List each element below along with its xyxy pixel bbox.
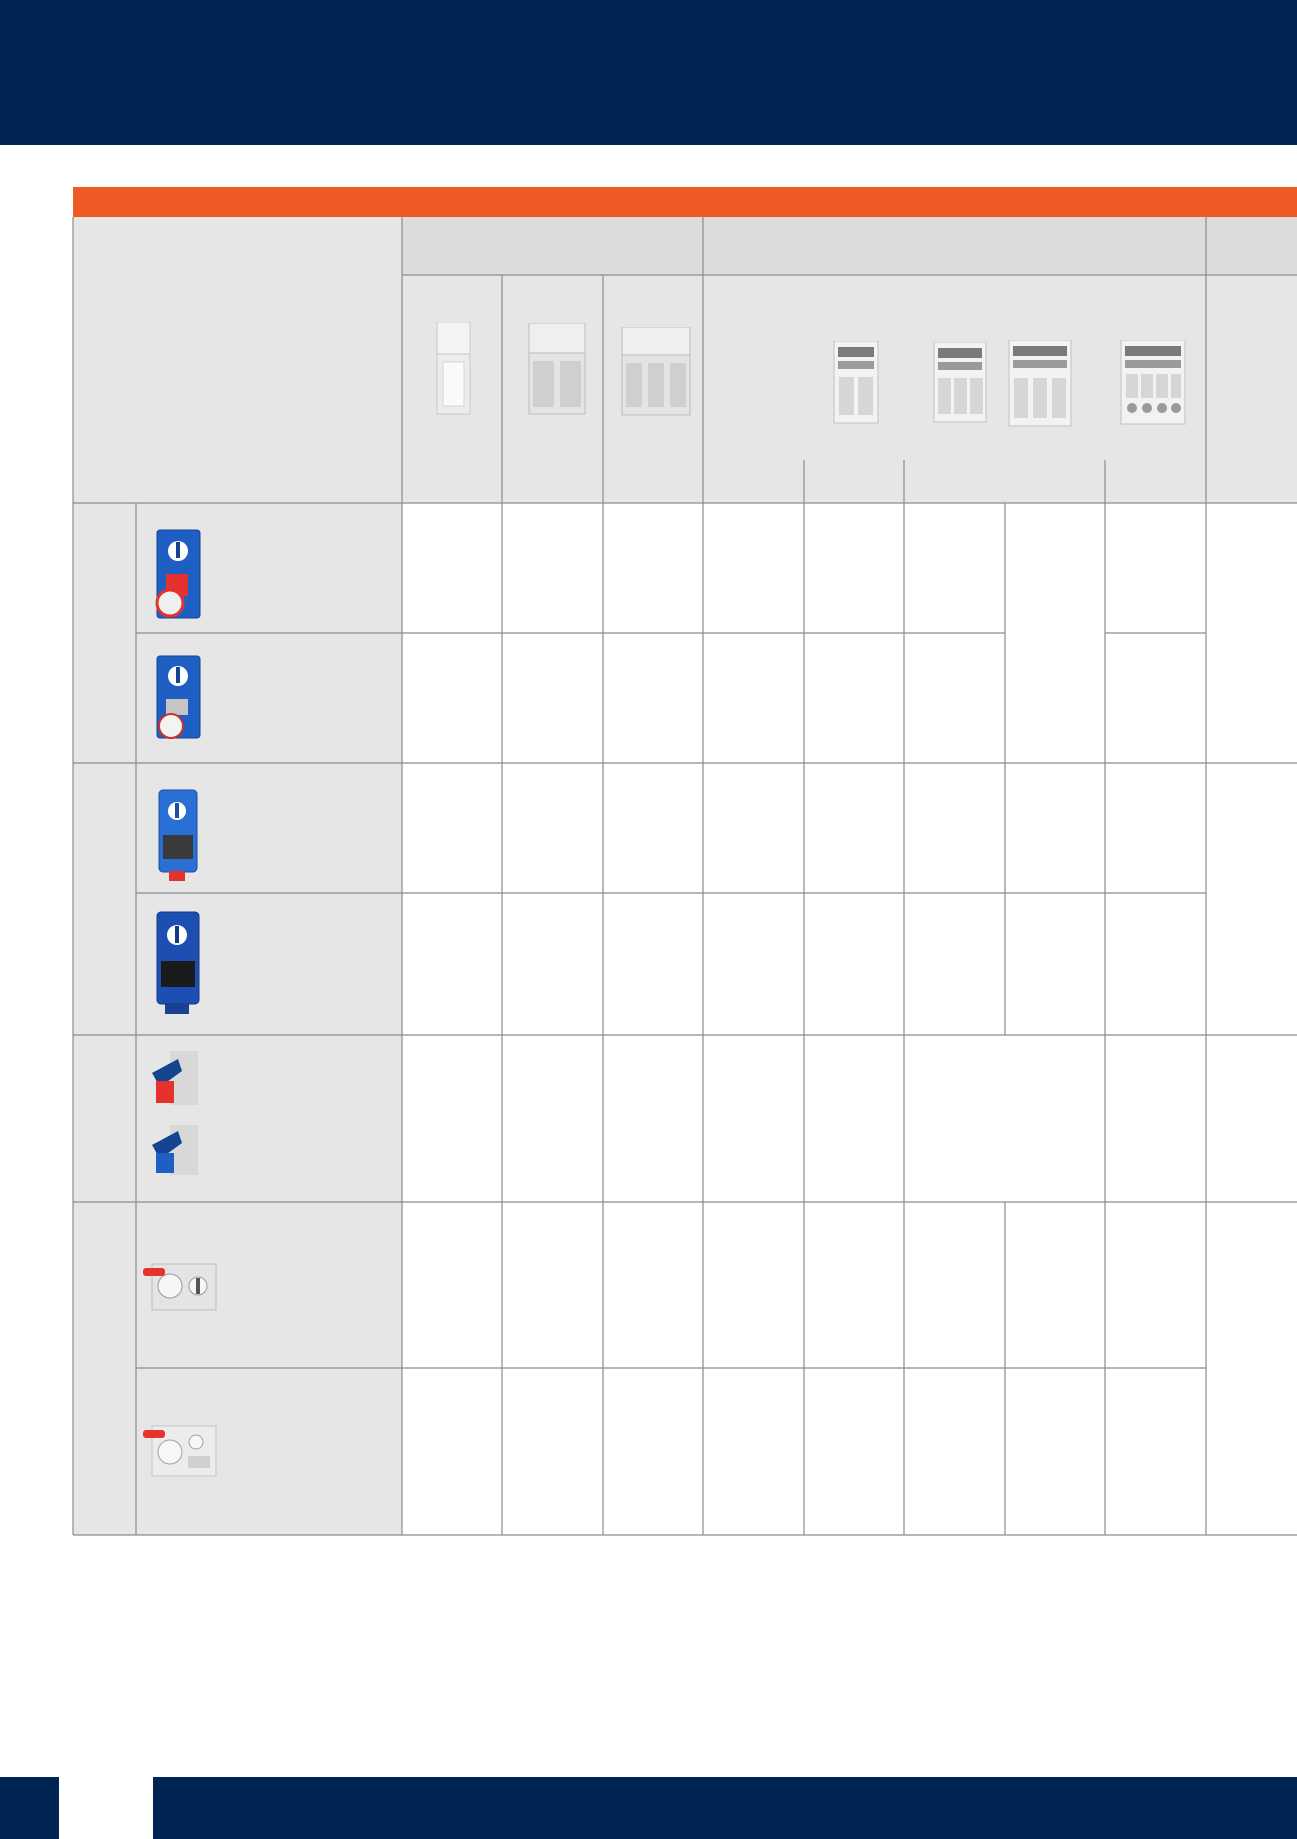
interlocked-socket-blue-large-icon [155, 911, 203, 1015]
angled-socket-pair-icon [148, 1049, 202, 1179]
footer-band-left [0, 1777, 59, 1839]
modular-socket-grey-icon [142, 1424, 218, 1478]
single-enclosure-icon [436, 321, 472, 416]
triple-enclosure-icon [621, 326, 691, 417]
interlocked-socket-red-small-icon [154, 655, 202, 740]
interlocked-socket-red-large-icon [154, 529, 202, 621]
footer-band-right [153, 1777, 1297, 1839]
group-header-row [402, 217, 1206, 275]
modular-socket-red-icon [142, 1262, 218, 1312]
third-group-title [1206, 217, 1297, 275]
double-enclosure-icon [528, 322, 586, 416]
board-3-socket-wide-icon [1008, 339, 1072, 428]
board-multi-socket-icon [1120, 339, 1186, 426]
board-2-socket-icon [833, 340, 879, 425]
board-3-socket-icon [933, 341, 987, 424]
interlocked-socket-blue-icon [157, 789, 201, 883]
row-header-background [73, 217, 402, 1535]
